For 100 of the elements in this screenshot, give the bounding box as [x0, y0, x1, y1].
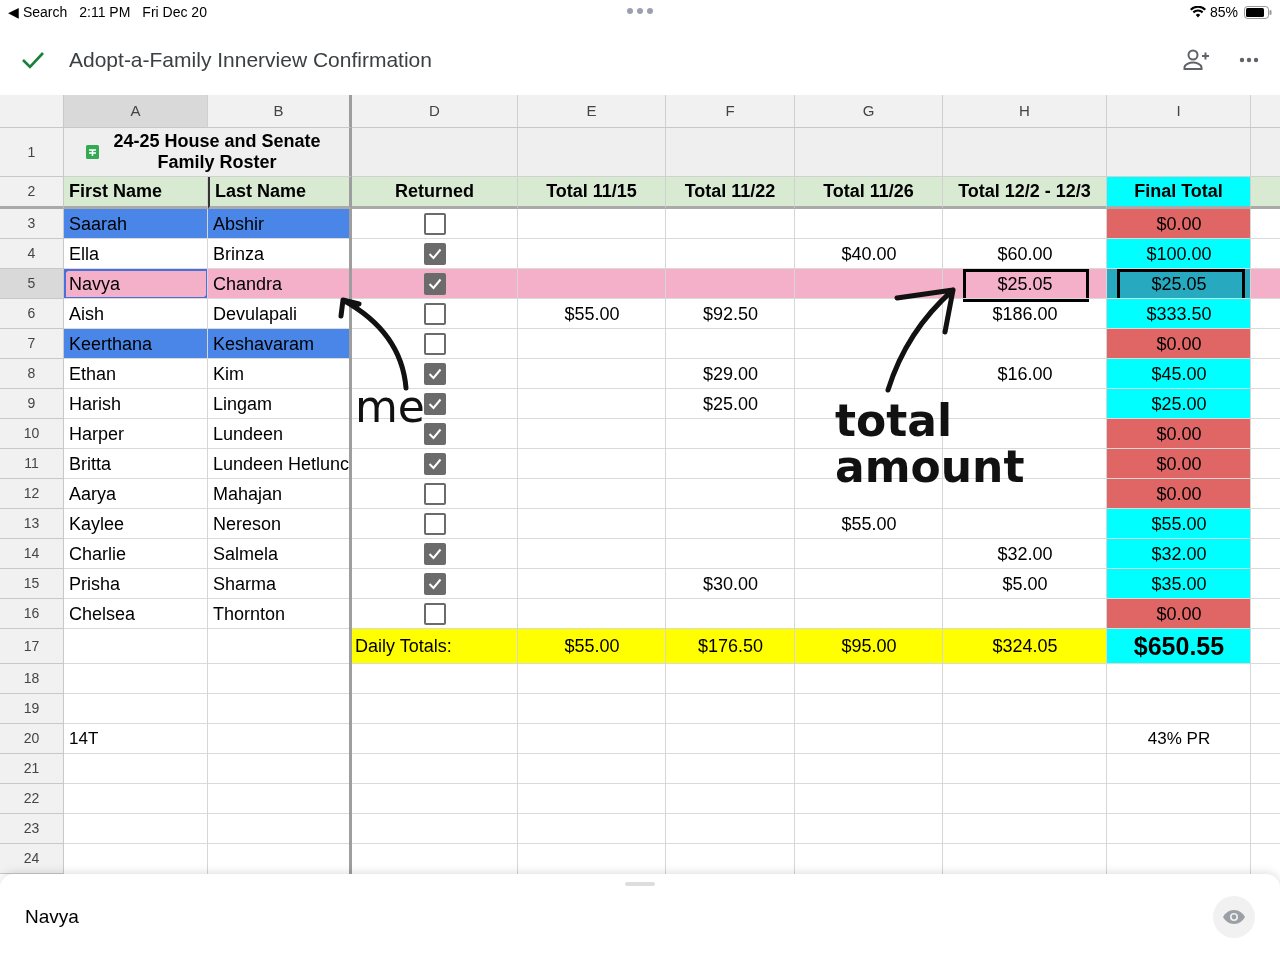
checkbox[interactable]	[424, 213, 446, 235]
row-header[interactable]: 24	[0, 844, 64, 874]
row-header[interactable]: 14	[0, 539, 64, 569]
row-header[interactable]: 6	[0, 299, 64, 329]
row-header[interactable]: 5	[0, 269, 64, 299]
column-header[interactable]: H	[943, 95, 1107, 128]
row-header[interactable]: 21	[0, 754, 64, 784]
row-header[interactable]: 12	[0, 479, 64, 509]
checkbox[interactable]	[424, 603, 446, 625]
table-cell[interactable]: Aish	[64, 299, 208, 329]
row-header[interactable]: 22	[0, 784, 64, 814]
wifi-icon	[1189, 6, 1206, 18]
table-cell-text: $5.00	[1001, 572, 1049, 596]
table-cell[interactable]: Keerthana	[64, 329, 208, 359]
table-cell[interactable]: Harper	[64, 419, 208, 449]
check-icon	[428, 398, 442, 410]
column-header[interactable]: D	[352, 95, 518, 128]
table-cell[interactable]: Navya	[64, 269, 208, 299]
row-header[interactable]: 17	[0, 629, 64, 664]
row-header[interactable]: 11	[0, 449, 64, 479]
table-cell[interactable]: Lundeen Hetlunc	[208, 449, 352, 479]
row-header[interactable]: 9	[0, 389, 64, 419]
row-header[interactable]: 13	[0, 509, 64, 539]
status-time: 2:11 PM	[79, 2, 131, 22]
table-cell[interactable]: Prisha	[64, 569, 208, 599]
row-header[interactable]: 1	[0, 128, 64, 177]
checkbox[interactable]	[424, 513, 446, 535]
column-header[interactable]: B	[208, 95, 352, 128]
row-header[interactable]: 23	[0, 814, 64, 844]
table-cell[interactable]: Nereson	[208, 509, 352, 539]
checkbox[interactable]	[424, 543, 446, 565]
table-cell-text: $92.50	[701, 302, 760, 326]
table-cell[interactable]: Aarya	[64, 479, 208, 509]
checkbox[interactable]	[424, 453, 446, 475]
table-cell[interactable]: Saarah	[64, 209, 208, 239]
table-cell[interactable]: Harish	[64, 389, 208, 419]
drag-handle[interactable]	[625, 882, 655, 886]
table-cell[interactable]: Lingam	[208, 389, 352, 419]
column-heading: First Name	[64, 177, 208, 209]
table-cell[interactable]: Mahajan	[208, 479, 352, 509]
table-cell: $25.00	[1107, 389, 1251, 419]
table-cell[interactable]: Chandra	[208, 269, 352, 299]
corner-cell[interactable]	[0, 95, 64, 128]
checkbox[interactable]	[424, 393, 446, 415]
table-cell[interactable]: Charlie	[64, 539, 208, 569]
row-header[interactable]: 19	[0, 694, 64, 724]
handwritten-note: me	[355, 386, 425, 428]
checkbox[interactable]	[424, 273, 446, 295]
column-header[interactable]: G	[795, 95, 943, 128]
table-cell[interactable]: Lundeen	[208, 419, 352, 449]
table-cell[interactable]: Ella	[64, 239, 208, 269]
checkbox[interactable]	[424, 573, 446, 595]
column-heading: Returned	[352, 177, 518, 209]
row-header[interactable]: 20	[0, 724, 64, 754]
table-cell[interactable]: Thornton	[208, 599, 352, 629]
table-cell[interactable]: Keshavaram	[208, 329, 352, 359]
spreadsheet-icon	[86, 145, 99, 159]
row-header[interactable]: 8	[0, 359, 64, 389]
checkbox[interactable]	[424, 483, 446, 505]
cell-editor-field[interactable]: Navya	[25, 902, 79, 932]
checkbox[interactable]	[424, 363, 446, 385]
checkbox[interactable]	[424, 303, 446, 325]
table-cell[interactable]: Salmela	[208, 539, 352, 569]
table-cell[interactable]: Chelsea	[64, 599, 208, 629]
table-cell[interactable]: Ethan	[64, 359, 208, 389]
checkbox[interactable]	[424, 423, 446, 445]
row-header[interactable]: 2	[0, 177, 64, 209]
table-cell[interactable]: Kaylee	[64, 509, 208, 539]
table-cell[interactable]: Kim	[208, 359, 352, 389]
row-header[interactable]: 3	[0, 209, 64, 239]
table-cell: $0.00	[1107, 329, 1251, 359]
column-header[interactable]: F	[666, 95, 795, 128]
table-cell[interactable]: Devulapali	[208, 299, 352, 329]
table-cell: $333.50	[1107, 299, 1251, 329]
multitask-dots-icon[interactable]	[627, 8, 653, 14]
table-cell: $0.00	[1107, 419, 1251, 449]
column-heading: Final Total	[1107, 177, 1251, 209]
table-cell: $324.05	[943, 629, 1107, 664]
row-header[interactable]: 15	[0, 569, 64, 599]
checkbox[interactable]	[424, 243, 446, 265]
row-header[interactable]: 10	[0, 419, 64, 449]
eye-icon[interactable]	[1213, 896, 1255, 938]
table-cell[interactable]: Sharma	[208, 569, 352, 599]
table-cell[interactable]: Brinza	[208, 239, 352, 269]
row-header[interactable]: 18	[0, 664, 64, 694]
table-cell[interactable]: Britta	[64, 449, 208, 479]
table-cell: $0.00	[1107, 449, 1251, 479]
table-cell-text: 43% PR	[1146, 728, 1212, 751]
table-cell[interactable]: Abshir	[208, 209, 352, 239]
row-header[interactable]: 7	[0, 329, 64, 359]
column-header[interactable]: A	[64, 95, 208, 128]
row-header[interactable]: 4	[0, 239, 64, 269]
back-link[interactable]: ◀ Search	[8, 1, 68, 23]
column-heading: Total 11/22	[666, 177, 795, 209]
column-header[interactable]: I	[1107, 95, 1251, 128]
table-cell-text: $55.00	[563, 302, 621, 326]
document-title: Adopt-a-Family Innerview Confirmation	[69, 46, 432, 73]
row-header[interactable]: 16	[0, 599, 64, 629]
column-header[interactable]: E	[518, 95, 666, 128]
checkbox[interactable]	[424, 333, 446, 355]
